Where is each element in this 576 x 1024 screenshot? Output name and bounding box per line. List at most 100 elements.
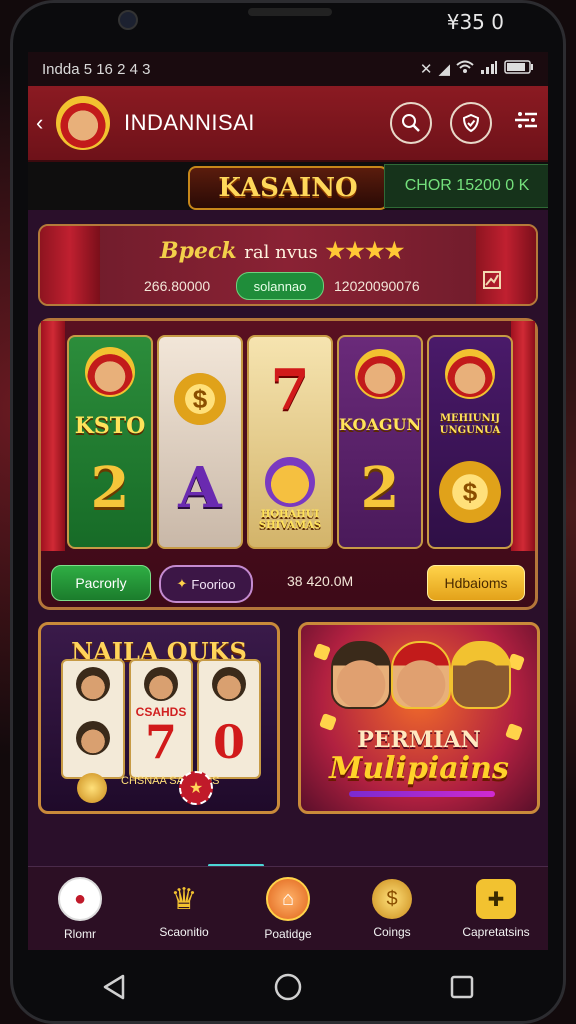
card-reel [61, 659, 125, 779]
shield-icon [462, 113, 480, 133]
character-avatar [451, 641, 511, 709]
curtain-left [40, 226, 100, 304]
feature-button-label: Foorioo [191, 576, 236, 592]
reel-2: $ A [157, 335, 243, 549]
slot-curtain-right [511, 321, 535, 551]
reel-coin-symbol: $ [159, 373, 241, 425]
status-icons: ✕ ◢ [420, 60, 534, 78]
reel-symbol: 7 [270, 357, 310, 423]
card-zero: 0 [212, 715, 245, 769]
balance-display[interactable]: CHOR 15200 0 K [384, 164, 548, 208]
tab-package[interactable]: ⌂ Poatidge [236, 867, 340, 950]
promo-subtitle: ral nvus [244, 242, 318, 263]
game-card-naila[interactable]: NAILA OUKS CSAHDS 7 0 CHSNAA SAIONOS ★ [38, 622, 280, 814]
trophy-icon: ♛ [170, 882, 198, 916]
tab-games[interactable]: ✚ Capretatsins [444, 867, 548, 950]
reel-coin-symbol: $ [429, 461, 511, 523]
promo-title: Bpeck ral nvus ★★★★ [160, 238, 404, 264]
circle-home-icon [274, 973, 302, 1001]
reel-symbol: 2 [360, 455, 400, 521]
controller-icon: ✚ [476, 879, 516, 919]
app-title: INDANNISAI [124, 110, 255, 135]
signal-icon [480, 60, 498, 78]
battery-icon [504, 60, 534, 78]
shield-button[interactable] [450, 102, 492, 144]
tab-coins[interactable]: $ Coings [340, 867, 444, 950]
promo-banner[interactable]: Bpeck ral nvus ★★★★ 266.80000 solannao 1… [38, 224, 538, 306]
wifi-icon [456, 60, 474, 78]
reel-4: KOAGUN 2 [337, 335, 423, 549]
speaker-grille [248, 8, 332, 16]
nav-home-button[interactable] [273, 972, 303, 1002]
feature-button[interactable]: ✦ Foorioo [159, 565, 253, 603]
status-text: Indda 5 16 2 4 3 [42, 60, 151, 78]
tab-home[interactable]: ● Rlomr [28, 867, 132, 950]
tab-label: Poatidge [264, 927, 312, 941]
card-face [144, 667, 178, 701]
reel-1: KSTO 2 [67, 335, 153, 549]
card-characters [331, 641, 511, 721]
promo-value-left: 266.80000 [144, 278, 211, 294]
status-bar: Indda 5 16 2 4 3 ✕ ◢ [28, 52, 548, 86]
reel-face-symbol [69, 347, 151, 397]
card-title-top: PERMIAN [357, 727, 481, 753]
reel-label: MEHIUNIJ UNGUNUA [439, 413, 501, 436]
coin-sparkle [313, 643, 331, 661]
spark-icon: ✦ [176, 576, 188, 591]
header-actions [390, 102, 540, 144]
menu-icon [515, 111, 537, 128]
reel-label: KSTO [74, 413, 146, 439]
app-header: ‹ INDANNISAI [28, 86, 548, 162]
system-nav-bar [28, 950, 548, 1024]
triangle-back-icon [103, 974, 125, 1000]
character-avatar [391, 641, 451, 709]
reel-symbol: 2 [90, 455, 130, 521]
star-chip-icon: ★ [179, 771, 213, 805]
tab-label: Scaonitio [159, 925, 209, 939]
card-seven: 7 [144, 715, 177, 769]
casino-logo: KASAINO [188, 166, 388, 210]
promo-stars: ★★★★ [325, 238, 405, 264]
card-face [76, 721, 110, 755]
reel-label: HOHAHUI SHIVAMAS [258, 509, 322, 531]
coin-icon [77, 773, 107, 803]
nav-recent-button[interactable] [449, 974, 475, 1000]
tab-label: Coings [373, 925, 411, 939]
tab-label: Capretatsins [462, 925, 530, 939]
promo-value-right: 12020090076 [334, 278, 420, 294]
reel-3: 7 HOHAHUI SHIVAMAS [247, 335, 333, 549]
reel-face-symbol [429, 349, 511, 399]
card-face [212, 667, 246, 701]
promo-badge[interactable]: solannao [236, 272, 324, 300]
game-card-permian[interactable]: PERMIAN Mulipiains [298, 622, 540, 814]
back-button[interactable]: ‹ [36, 110, 50, 136]
play-button[interactable]: Pacrorly [51, 565, 151, 601]
reel-face-symbol [339, 349, 421, 399]
slot-controls: Pacrorly ✦ Foorioo 38 420.0M Hdbaioms [51, 565, 525, 603]
bet-value: 38 420.0M [287, 573, 354, 589]
menu-button[interactable] [510, 109, 540, 138]
search-button[interactable] [390, 102, 432, 144]
card-face [76, 667, 110, 701]
bottom-tab-bar: ● Rlomr ♛ Scaonitio ⌂ Poatidge $ Coings … [28, 866, 548, 950]
card-reels: CSAHDS 7 0 [61, 659, 261, 779]
slot-machine: KSTO 2 $ A 7 HOHAHUI SHIVAMAS KOAGUN 2 M… [38, 318, 538, 610]
tab-scoreboard[interactable]: ♛ Scaonitio [132, 867, 236, 950]
casino-chip-icon: ● [58, 877, 102, 921]
square-recent-icon [450, 975, 474, 999]
chart-icon[interactable] [482, 270, 502, 296]
avatar[interactable] [56, 96, 110, 150]
reel-label: KOAGUN [339, 415, 422, 434]
spin-button[interactable]: Hdbaioms [427, 565, 525, 601]
nav-back-button[interactable] [101, 973, 127, 1001]
card-underline [349, 791, 495, 797]
camera-icon [118, 10, 138, 30]
character-avatar [331, 641, 391, 709]
card-title-bottom: Mulipiains [329, 751, 509, 786]
brand-bar: KASAINO CHOR 15200 0 K [28, 162, 548, 210]
cell-signal-icon: ◢ [438, 61, 450, 78]
reel-5: MEHIUNIJ UNGUNUA $ [427, 335, 513, 549]
slot-curtain-left [41, 321, 65, 551]
coin-icon: $ [372, 879, 412, 919]
card-reel: 0 [197, 659, 261, 779]
